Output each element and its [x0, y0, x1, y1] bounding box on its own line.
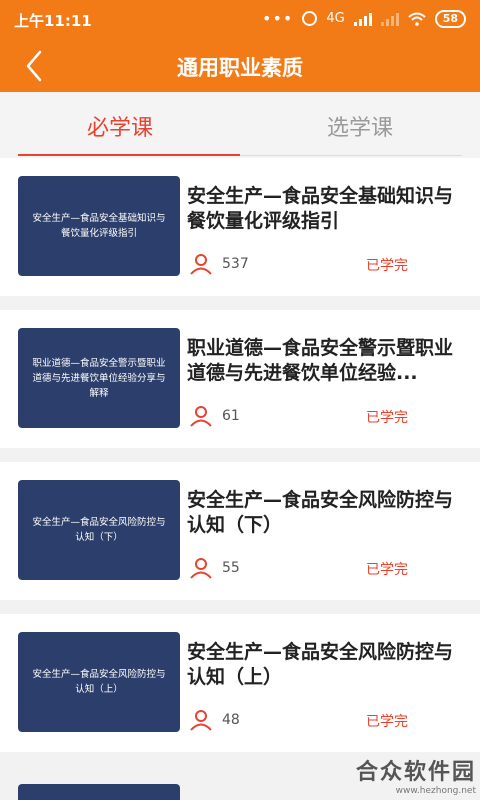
tab-active-indicator: [18, 154, 240, 156]
signal-icon: [353, 12, 372, 26]
tab-bar: 必学课 选学课: [0, 92, 480, 158]
thumbnail-text: 安全生产—食品安全风险防控与认知（下）: [32, 517, 166, 543]
thumbnail-text: 安全生产—食品安全基础知识与餐饮量化评级指引: [32, 213, 166, 239]
course-card[interactable]: 职业道德—食品安全警示暨职业道德与先进餐饮单位经验分享与解释 职业道德—食品安全…: [0, 310, 480, 448]
completion-status: 已学完: [366, 410, 408, 426]
user-icon: [190, 558, 212, 579]
learner-count: 55: [222, 560, 240, 576]
tab-required-courses[interactable]: 必学课: [0, 110, 240, 142]
header-bar: 通用职业素质: [0, 40, 480, 92]
completion-status: 已学完: [366, 258, 408, 274]
thumbnail-text: 职业道德—食品安全警示暨职业道德与先进餐饮单位经验分享与解释: [32, 357, 166, 399]
course-card[interactable]: 安全生产—食品安全基础知识与餐饮量化评级指引 安全生产—食品安全基础知识与餐饮量…: [0, 158, 480, 296]
user-icon: [190, 710, 212, 731]
user-icon: [190, 254, 212, 275]
course-thumbnail[interactable]: 职业道德—食品安全警示暨职业道德与先进餐饮单位经验分享与解释: [18, 328, 180, 428]
completion-status: 已学完: [366, 714, 408, 730]
course-title[interactable]: 安全生产—食品安全风险防控与认知（下）: [187, 488, 462, 538]
page-title: 通用职业素质: [177, 56, 303, 80]
watermark: 合众软件园 www.hezhong.net: [356, 754, 476, 796]
course-title[interactable]: 职业道德—食品安全警示暨职业道德与先进餐饮单位经验...: [187, 336, 462, 386]
battery-indicator: 58: [434, 9, 466, 28]
course-thumbnail[interactable]: 安全生产—食品安全基础知识与餐饮量化评级指引: [18, 176, 180, 276]
learner-count: 537: [222, 256, 249, 272]
user-icon: [190, 406, 212, 427]
course-card[interactable]: 安全生产—食品安全风险防控与认知（上） 安全生产—食品安全风险防控与认知（上） …: [0, 614, 480, 752]
signal-secondary-icon: [380, 12, 399, 26]
watermark-logo: 合众软件园: [355, 760, 476, 785]
watermark-url: www.hezhong.net: [395, 786, 476, 796]
status-bar: 上午11:11 ••• 4G 58: [0, 0, 480, 40]
course-card[interactable]: 安全生产—食品安全风险防控与认知（下） 安全生产—食品安全风险防控与认知（下） …: [0, 462, 480, 600]
course-thumbnail[interactable]: 安全生产—食品安全风险防控与认知（上）: [18, 632, 180, 732]
status-time: 上午11:11: [14, 12, 92, 30]
course-thumbnail[interactable]: 安全生产—食品安全风险防控与认知（下）: [18, 480, 180, 580]
wifi-icon: [408, 12, 426, 26]
learner-count: 48: [222, 712, 240, 728]
course-title[interactable]: 安全生产—食品安全风险防控与认知（上）: [187, 640, 462, 690]
tab-elective-courses[interactable]: 选学课: [240, 110, 480, 142]
more-dots-icon: •••: [262, 9, 294, 28]
alarm-icon: [302, 11, 318, 26]
thumbnail-text: 安全生产—食品安全风险防控与认知（上）: [32, 669, 166, 695]
learner-count: 61: [222, 408, 240, 424]
course-thumbnail-partial[interactable]: [18, 784, 180, 800]
completion-status: 已学完: [366, 562, 408, 578]
network-label: 4G: [326, 11, 345, 26]
status-icons: ••• 4G 58: [262, 9, 466, 28]
course-title[interactable]: 安全生产—食品安全基础知识与餐饮量化评级指引: [187, 184, 462, 234]
